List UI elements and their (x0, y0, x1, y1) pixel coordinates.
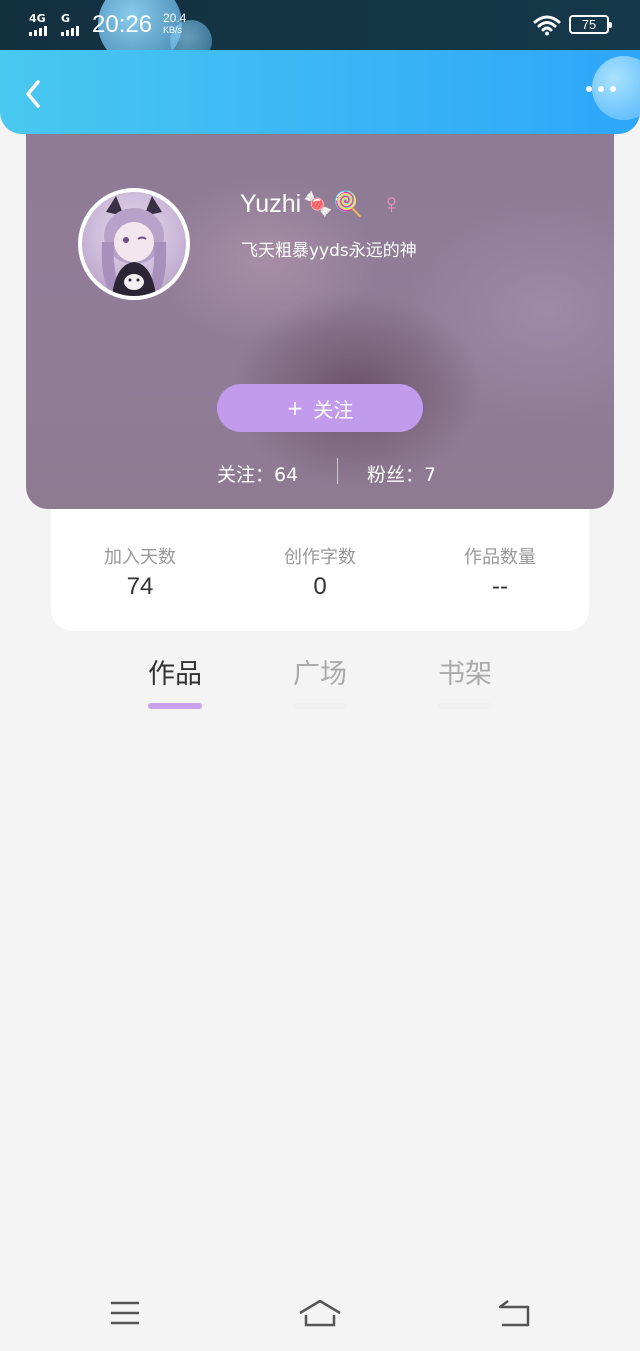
battery-indicator: 75 (569, 15, 612, 34)
back-nav-button[interactable] (494, 1297, 538, 1331)
signal-g-icon: G (61, 12, 79, 36)
tab-square[interactable]: 广场 (280, 652, 360, 709)
fans-count[interactable]: 粉丝：7 (367, 460, 436, 487)
tab-works[interactable]: 作品 (135, 652, 215, 709)
chevron-left-icon (26, 80, 40, 108)
follow-button-label: 关注 (313, 397, 354, 422)
network-speed: 20.4 KB/s (163, 11, 187, 35)
avatar-image (101, 196, 167, 296)
back-button[interactable] (18, 78, 50, 110)
user-name: Yuzhi 🍬🍭 ♀ (240, 188, 402, 220)
follow-button[interactable]: + 关注 (217, 384, 423, 432)
back-icon (498, 1300, 530, 1327)
follow-stats: 关注：64 粉丝：7 (26, 458, 614, 486)
tab-indicator (293, 703, 347, 709)
user-name-text: Yuzhi (240, 189, 302, 218)
tab-indicator (438, 703, 492, 709)
nav-header (0, 50, 640, 134)
home-icon (299, 1299, 341, 1327)
home-button[interactable] (298, 1297, 342, 1331)
divider (337, 458, 338, 484)
system-nav-bar (0, 1275, 640, 1351)
female-icon: ♀ (380, 188, 402, 219)
stat-works-count: 作品数量 -- (464, 547, 536, 600)
signal-4g-icon: 4G (29, 12, 47, 36)
more-options-button[interactable] (586, 86, 616, 92)
stat-join-days: 加入天数 74 (104, 547, 176, 600)
menu-button[interactable] (103, 1297, 147, 1331)
tab-bookshelf[interactable]: 书架 (425, 652, 505, 709)
status-bar: 4G G 20:26 20.4 KB/s 75 (0, 0, 640, 66)
wifi-icon (533, 15, 561, 36)
menu-icon (111, 1301, 139, 1325)
tab-indicator (148, 703, 202, 709)
following-count[interactable]: 关注：64 (217, 460, 298, 487)
user-bio: 飞天粗暴yyds永远的神 (241, 241, 417, 261)
status-time: 20:26 (92, 11, 153, 38)
candy-emoji: 🍬🍭 (303, 190, 363, 218)
more-dots-icon (586, 86, 592, 92)
avatar[interactable] (78, 188, 190, 300)
stat-word-count: 创作字数 0 (284, 547, 356, 600)
stats-card: 加入天数 74 创作字数 0 作品数量 -- (51, 509, 589, 631)
profile-card: Yuzhi 🍬🍭 ♀ 飞天粗暴yyds永远的神 + 关注 关注：64 粉丝：7 (26, 110, 614, 509)
plus-icon: + (286, 396, 304, 420)
